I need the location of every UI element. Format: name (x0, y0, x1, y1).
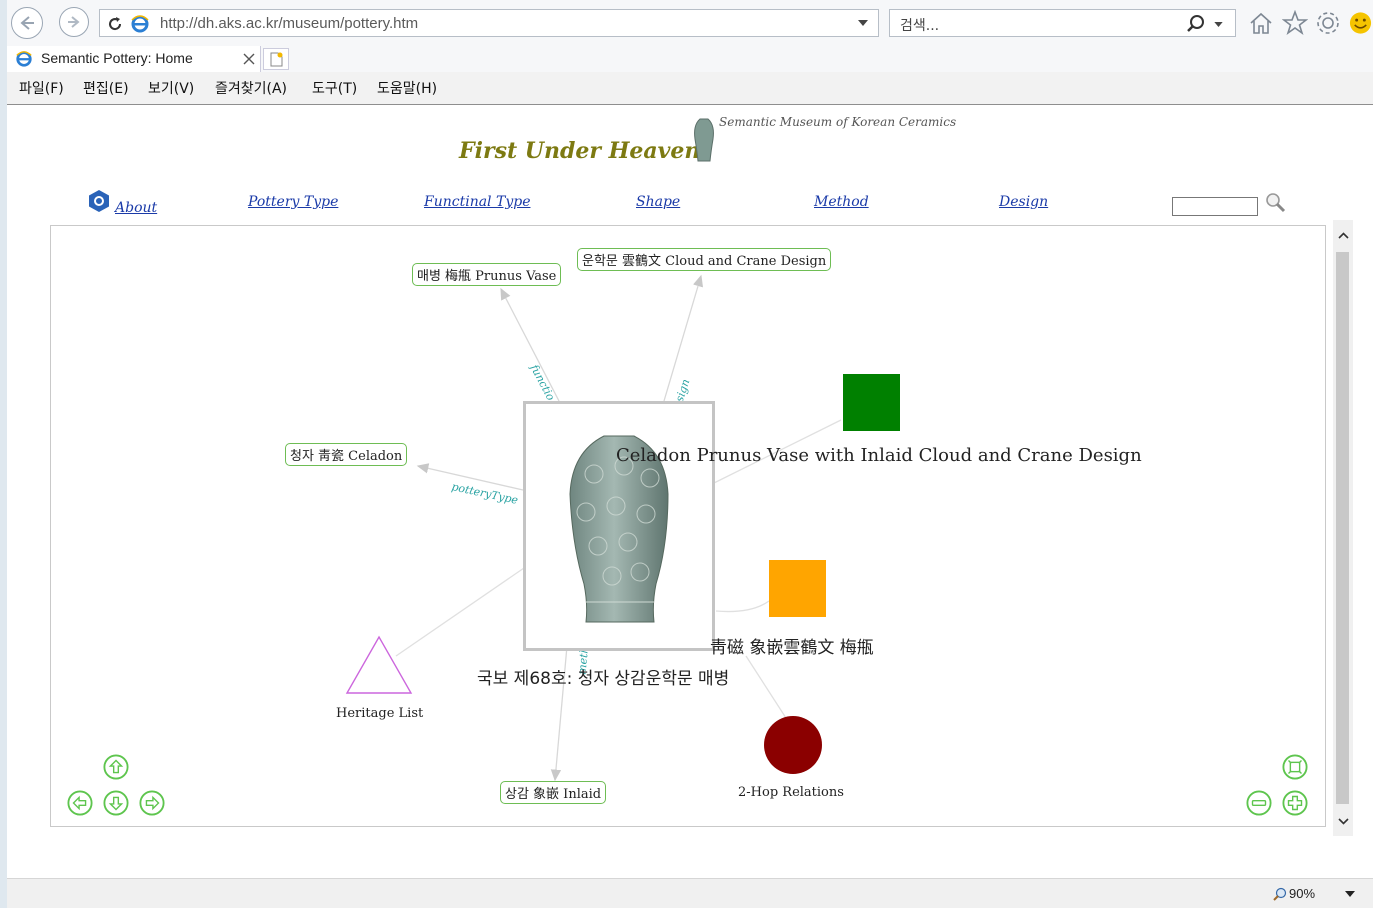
menu-view[interactable]: 보기(V) (148, 78, 194, 98)
node-green-square[interactable] (843, 374, 900, 431)
site-title[interactable]: First Under Heaven (459, 138, 700, 164)
close-icon[interactable] (243, 53, 255, 65)
node-cloud-crane-design[interactable]: 운학문 雲鶴文 Cloud and Crane Design (577, 248, 832, 271)
favorites-star-icon[interactable] (1282, 10, 1308, 36)
search-icon[interactable] (1186, 14, 1206, 34)
node-center-vase[interactable] (523, 401, 715, 651)
pan-left-icon[interactable] (67, 790, 93, 816)
fit-view-icon[interactable] (1282, 754, 1308, 780)
browser-window: http://dh.aks.ac.kr/museum/pottery.htm 검… (7, 0, 1373, 908)
tab-semantic-pottery[interactable]: Semantic Pottery: Home (7, 46, 261, 72)
menu-help[interactable]: 도움말(H) (377, 78, 437, 98)
new-tab-icon (270, 52, 283, 67)
back-arrow-icon (20, 16, 34, 30)
address-row: http://dh.aks.ac.kr/museum/pottery.htm 검… (7, 0, 1373, 46)
about-hex-icon (89, 190, 109, 212)
edge-heritage (395, 567, 525, 657)
node-two-hop-circle[interactable] (764, 716, 822, 774)
heritage-triangle-icon[interactable] (345, 634, 413, 696)
nav-functional-type[interactable]: Functinal Type (424, 194, 530, 210)
menu-edit[interactable]: 편집(E) (83, 78, 129, 98)
site-search-input[interactable] (1172, 197, 1258, 216)
vertical-scrollbar[interactable] (1333, 220, 1353, 836)
chevron-down-icon[interactable] (858, 20, 868, 26)
node-heritage-list-label: Heritage List (336, 706, 424, 721)
web-page: Semantic Museum of Korean Ceramics First… (7, 105, 1373, 878)
pan-up-icon[interactable] (103, 754, 129, 780)
refresh-icon[interactable] (106, 15, 124, 33)
url-text: http://dh.aks.ac.kr/museum/pottery.htm (160, 15, 419, 32)
address-bar[interactable]: http://dh.aks.ac.kr/museum/pottery.htm (99, 9, 879, 37)
node-celadon[interactable]: 청자 靑瓷 Celadon (285, 443, 408, 466)
pan-right-icon[interactable] (139, 790, 165, 816)
home-icon[interactable] (1248, 10, 1274, 36)
tab-title: Semantic Pottery: Home (41, 50, 193, 66)
nav-design[interactable]: Design (999, 194, 1048, 210)
magnifier-icon[interactable] (1264, 191, 1286, 213)
scrollbar-thumb[interactable] (1336, 252, 1349, 804)
zoom-in-icon[interactable] (1282, 790, 1308, 816)
pan-down-icon[interactable] (103, 790, 129, 816)
new-tab-button[interactable] (263, 48, 289, 70)
smiley-feedback-icon[interactable] (1348, 10, 1373, 36)
menu-bar: 파일(F) 편집(E) 보기(V) 즐겨찾기(A) 도구(T) 도움말(H) (7, 72, 1373, 105)
zoom-magnifier-icon (1273, 887, 1287, 901)
node-prunus-vase[interactable]: 매병 梅甁 Prunus Vase (412, 263, 562, 286)
menu-file[interactable]: 파일(F) (19, 78, 64, 98)
search-dropdown-icon[interactable] (1214, 22, 1223, 27)
zoom-out-icon[interactable] (1246, 790, 1272, 816)
node-two-hop-label: 2-Hop Relations (738, 785, 844, 800)
back-button[interactable] (11, 7, 43, 39)
scroll-up-arrow-icon[interactable] (1338, 232, 1349, 239)
status-bar: 90% (7, 878, 1373, 908)
browser-search-input[interactable]: 검색... (889, 9, 1236, 37)
node-orange-square[interactable] (769, 560, 826, 617)
zoom-dropdown-icon[interactable] (1345, 891, 1355, 897)
graph-panel[interactable]: functio sign potteryType meth 매병 梅甁 Prun… (50, 225, 1326, 827)
nav-about[interactable]: About (115, 200, 157, 216)
scroll-down-arrow-icon[interactable] (1338, 818, 1349, 825)
menu-favorites[interactable]: 즐겨찾기(A) (215, 78, 287, 98)
ie-page-icon (131, 15, 149, 33)
nav-shape[interactable]: Shape (636, 194, 680, 210)
ie-tab-icon (16, 51, 32, 67)
node-inlaid[interactable]: 상감 象嵌 Inlaid (500, 781, 607, 804)
center-label-english: Celadon Prunus Vase with Inlaid Cloud an… (616, 445, 1142, 466)
nav-pottery-type[interactable]: Pottery Type (248, 194, 338, 210)
gear-icon[interactable] (1315, 10, 1341, 36)
forward-button[interactable] (59, 7, 89, 37)
edge-orange (715, 600, 770, 613)
center-label-hanja: 靑磁 象嵌雲鶴文 梅甁 (710, 638, 874, 658)
vase-logo-icon (694, 118, 714, 162)
nav-method[interactable]: Method (814, 194, 869, 210)
search-placeholder: 검색... (900, 18, 940, 34)
tab-strip: Semantic Pottery: Home (7, 46, 1373, 72)
site-subtitle: Semantic Museum of Korean Ceramics (719, 115, 957, 129)
menu-tools[interactable]: 도구(T) (312, 78, 357, 98)
center-label-korean: 국보 제68호: 청자 상감운학문 매병 (477, 669, 730, 689)
zoom-level[interactable]: 90% (1289, 886, 1315, 901)
forward-arrow-icon (68, 16, 80, 28)
edge-two-hop (745, 655, 787, 719)
